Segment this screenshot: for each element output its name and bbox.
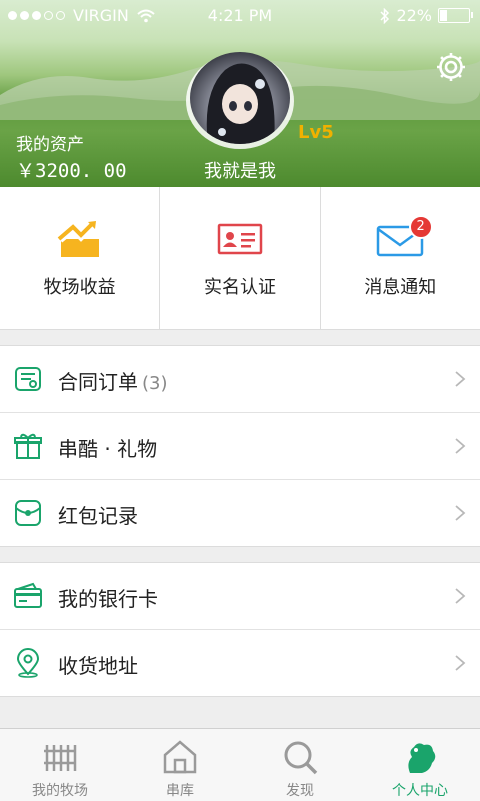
menu-item-contract-orders[interactable]: 合同订单 (3): [0, 346, 480, 413]
tab-label: 串库: [166, 783, 194, 799]
tab-label: 我的牧场: [32, 783, 88, 799]
menu-item-bank-cards[interactable]: 我的银行卡: [0, 563, 480, 630]
tab-library[interactable]: 串库: [120, 729, 240, 801]
gear-icon[interactable]: [434, 50, 468, 84]
battery-icon: [438, 8, 473, 23]
quick-action-label: 消息通知: [364, 277, 437, 298]
assets-label: 我的资产: [16, 135, 84, 155]
battery-percent: 22%: [396, 6, 432, 25]
gift-icon: [14, 433, 42, 459]
quick-actions: 牧场收益 实名认证 2 消息通知: [0, 187, 480, 330]
quick-action-notifications[interactable]: 2 消息通知: [321, 187, 480, 329]
chevron-right-icon: [455, 371, 466, 387]
menu-item-label: 合同订单: [58, 370, 138, 394]
profile-icon: [408, 743, 436, 773]
menu-item-label: 串酷 · 礼物: [58, 437, 158, 461]
tab-discover[interactable]: 发现: [240, 729, 360, 801]
tab-label: 个人中心: [392, 783, 448, 799]
avatar-illustration: [206, 63, 275, 144]
bluetooth-icon: [380, 7, 390, 24]
menu-group-orders: 合同订单 (3) 串酷 · 礼物 红包记录: [0, 345, 480, 547]
location-icon: [16, 648, 40, 678]
profile-header: VIRGIN 4:21 PM 22% Lv5 我就是我 我的资产 ￥3200. …: [0, 0, 480, 187]
tab-label: 发现: [286, 783, 314, 799]
contract-icon: [15, 367, 41, 391]
quick-action-earnings[interactable]: 牧场收益: [0, 187, 161, 329]
order-count: (3): [142, 373, 168, 394]
quick-action-verification[interactable]: 实名认证: [160, 187, 321, 329]
tab-profile[interactable]: 个人中心: [360, 729, 480, 801]
menu-item-label: 收货地址: [58, 654, 138, 678]
menu-item-gifts[interactable]: 串酷 · 礼物: [0, 413, 480, 480]
fence-icon: [44, 745, 77, 771]
home-icon: [163, 740, 197, 774]
menu-group-account: 我的银行卡 收货地址: [0, 562, 480, 697]
chart-up-icon: [57, 221, 99, 257]
avatar[interactable]: [190, 52, 290, 144]
tab-bar: 我的牧场 串库 发现 个人中心: [0, 728, 480, 801]
chevron-right-icon: [455, 655, 466, 671]
search-icon: [284, 741, 318, 775]
chevron-right-icon: [455, 588, 466, 604]
menu-item-label: 红包记录: [58, 504, 138, 528]
menu-item-red-packets[interactable]: 红包记录: [0, 480, 480, 546]
menu-item-address[interactable]: 收货地址: [0, 630, 480, 696]
level-badge: Lv5: [298, 122, 334, 143]
bank-card-icon: [14, 582, 42, 608]
id-card-icon: [217, 223, 263, 255]
red-packet-icon: [15, 500, 41, 526]
quick-action-label: 牧场收益: [43, 277, 116, 298]
tab-my-ranch[interactable]: 我的牧场: [0, 729, 120, 801]
chevron-right-icon: [455, 438, 466, 454]
menu-item-label: 我的银行卡: [58, 587, 158, 611]
status-bar: VIRGIN 4:21 PM 22%: [0, 0, 480, 32]
assets-value[interactable]: ￥3200. 00: [16, 156, 127, 183]
quick-action-label: 实名认证: [203, 277, 276, 298]
chevron-right-icon: [455, 505, 466, 521]
notification-badge: 2: [408, 215, 433, 239]
